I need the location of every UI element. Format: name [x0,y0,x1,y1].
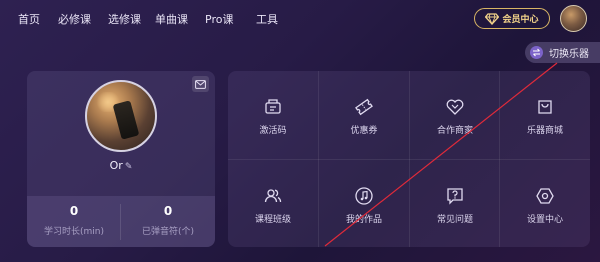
grid-item-label: 我的作品 [345,215,382,225]
stat-value: 0 [163,204,173,218]
swap-arrows-icon [530,46,543,59]
stat-study-duration: 0 学习时长(min) [27,204,121,237]
grid-item-label: 设置中心 [526,215,563,225]
grid-item-faq[interactable]: 常见问题 [410,160,500,247]
profile-avatar[interactable] [85,80,157,152]
switch-instrument-button[interactable]: 切换乐器 [525,42,600,63]
vip-center-button[interactable]: 会员中心 [474,8,550,29]
grid-item-label: 激活码 [259,126,287,136]
username-row: Or ✎ [27,159,215,172]
envelope-icon [195,79,206,89]
coupon-icon [355,98,373,116]
nav-item-tools[interactable]: 工具 [256,11,278,27]
switch-instrument-label: 切换乐器 [549,49,589,60]
user-avatar-small[interactable] [560,5,587,32]
message-button[interactable] [192,76,209,92]
stat-notes-played: 0 已弹音符(个) [121,204,215,237]
grid-item-settings[interactable]: 设置中心 [500,160,590,247]
grid-item-course-class[interactable]: 课程班级 [228,160,318,247]
top-navigation-bar: 首页 必修课 选修课 单曲课 Pro课 工具 会员中心 [0,0,600,38]
grid-item-coupon[interactable]: 优惠券 [319,71,409,159]
activation-code-icon [265,99,281,114]
course-class-icon [264,189,282,203]
grid-item-label: 课程班级 [254,215,291,225]
stat-value: 0 [69,204,79,218]
profile-card: Or ✎ 0 学习时长(min) 0 已弹音符(个) [27,71,215,247]
diamond-icon [485,12,500,25]
grid-item-label: 乐器商城 [526,126,563,136]
feature-grid: 激活码 优惠券 合作商家 乐器商城 课程班级 我的作品 常见问题 设置中心 [228,71,590,247]
stats-panel: 0 学习时长(min) 0 已弹音符(个) [27,196,215,247]
my-works-music-icon [355,187,373,205]
grid-item-my-works[interactable]: 我的作品 [319,160,409,247]
grid-item-label: 常见问题 [436,215,473,225]
username: Or [109,159,123,172]
grid-item-label: 合作商家 [436,126,473,136]
grid-item-label: 优惠券 [350,126,378,136]
nav-item-elective-course[interactable]: 选修课 [108,11,141,27]
grid-item-instrument-store[interactable]: 乐器商城 [500,71,590,159]
stat-label: 学习时长(min) [44,227,104,237]
settings-icon [536,188,554,204]
stat-label: 已弹音符(个) [141,227,195,237]
partner-handshake-icon [446,99,464,115]
nav-item-required-course[interactable]: 必修课 [58,11,91,27]
grid-item-activation-code[interactable]: 激活码 [228,71,318,159]
vip-center-label: 会员中心 [502,15,539,25]
edit-pencil-icon[interactable]: ✎ [125,162,133,172]
nav-item-home[interactable]: 首页 [18,11,40,27]
faq-icon [447,188,463,205]
nav-item-pro-course[interactable]: Pro课 [205,11,233,27]
instrument-store-icon [538,100,552,114]
grid-item-partners[interactable]: 合作商家 [410,71,500,159]
nav-item-single-song-course[interactable]: 单曲课 [155,11,188,27]
